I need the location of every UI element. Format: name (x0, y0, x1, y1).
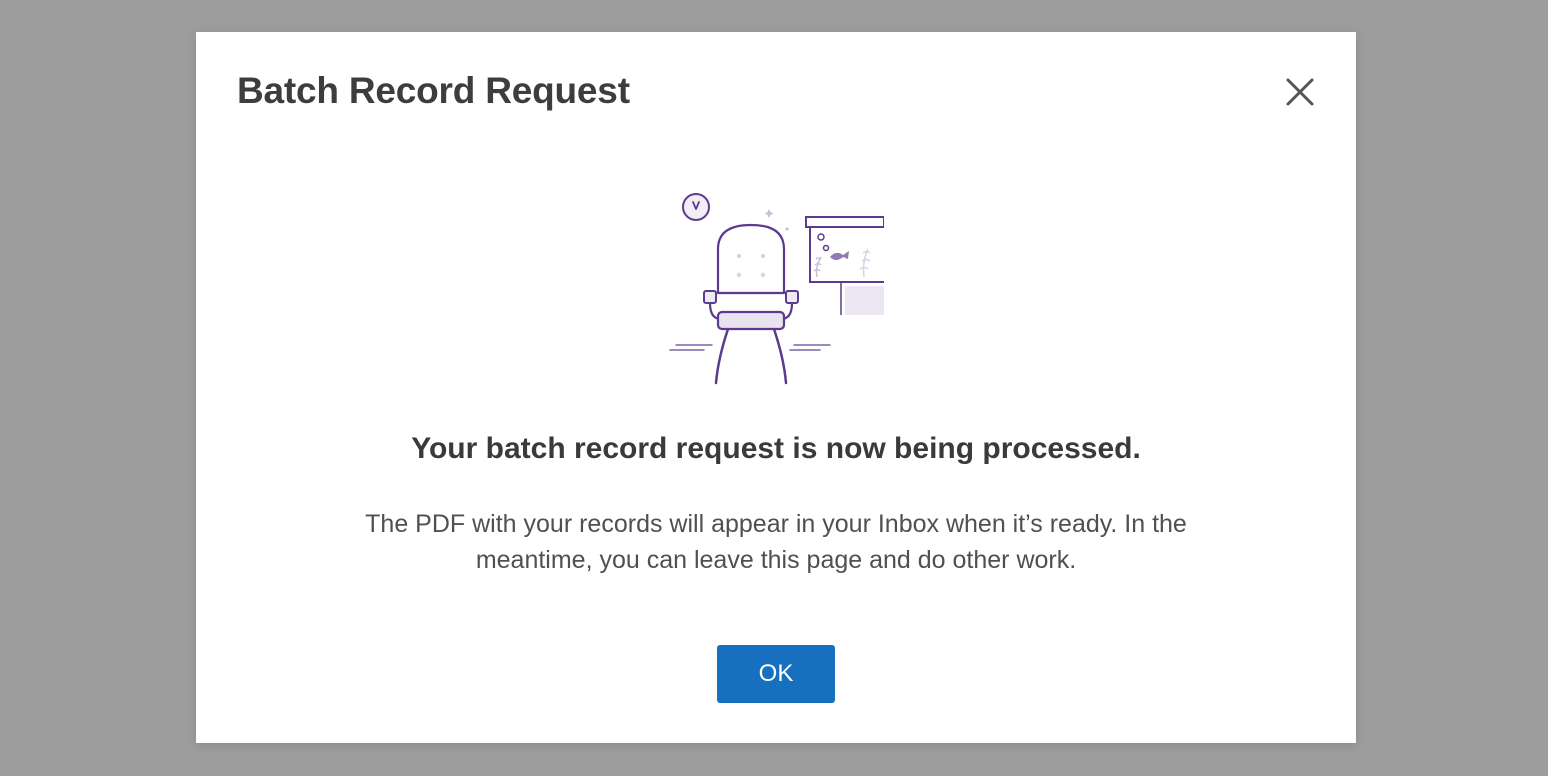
close-icon (1286, 78, 1314, 106)
batch-record-dialog: Batch Record Request Your batch record r… (196, 32, 1356, 743)
status-headline: Your batch record request is now being p… (411, 432, 1141, 465)
aquarium-icon (805, 216, 884, 315)
status-description: The PDF with your records will appear in… (365, 510, 1187, 574)
close-button[interactable] (1280, 72, 1320, 112)
dialog-title: Batch Record Request (237, 70, 630, 111)
chair-icon (703, 223, 799, 385)
clock-icon (682, 193, 710, 221)
waiting-room-chair-illustration (669, 193, 884, 385)
ok-button[interactable]: OK (717, 645, 835, 703)
